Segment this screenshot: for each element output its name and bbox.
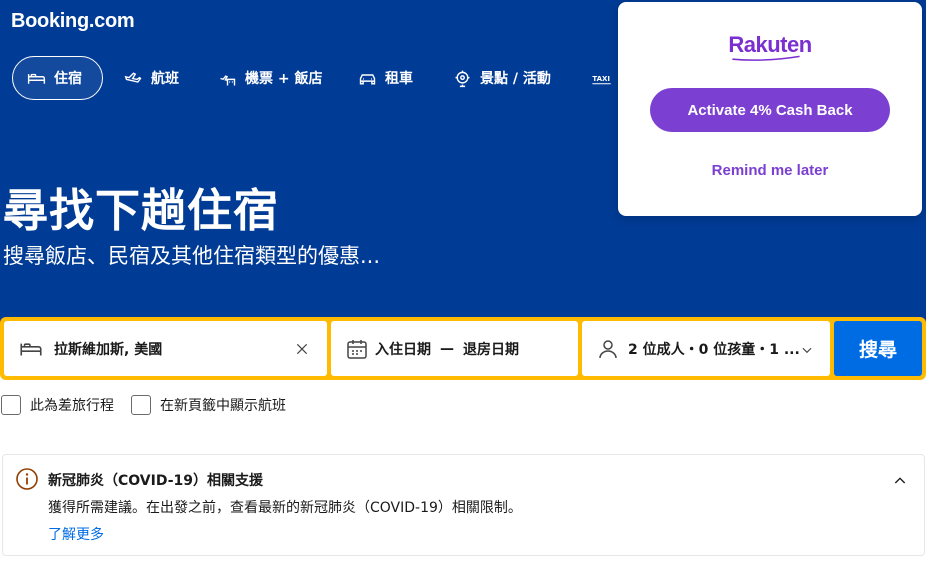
tab-label: 租車 <box>385 71 413 87</box>
business-trip-label: 此為差旅行程 <box>30 398 114 414</box>
notice-text: 獲得所需建議。在出發之前，查看最新的新冠肺炎（COVID-19）相關限制。 <box>48 500 522 516</box>
person-icon <box>599 339 617 358</box>
dates-separator: — <box>440 340 454 357</box>
plane-icon <box>124 71 142 83</box>
tab-car-rental[interactable]: 租車 <box>344 56 426 100</box>
destination-value: 拉斯維加斯, 美國 <box>54 341 163 358</box>
flight-hotel-icon <box>220 74 236 85</box>
search-button[interactable]: 搜尋 <box>834 321 922 376</box>
tab-label: 景點 / 活動 <box>480 71 551 87</box>
booking-logo[interactable]: Booking.com <box>11 10 135 33</box>
calendar-icon <box>347 339 367 359</box>
tab-label: 機票 + 飯店 <box>245 71 323 87</box>
notice-title: 新冠肺炎（COVID-19）相關支援 <box>48 473 264 489</box>
activate-cashback-button[interactable]: Activate 4% Cash Back <box>650 88 890 132</box>
car-icon <box>359 73 376 84</box>
rakuten-popup: Rakuten Activate 4% Cash Back Remind me … <box>618 2 922 216</box>
learn-more-link[interactable]: 了解更多 <box>48 524 104 544</box>
tab-attractions[interactable]: 景點 / 活動 <box>439 56 564 100</box>
hero-subtitle: 搜尋飯店、民宿及其他住宿類型的優惠... <box>3 244 381 268</box>
guests-value: 2 位成人・0 位孩童・1 ... <box>628 341 800 358</box>
guests-field[interactable]: 2 位成人・0 位孩童・1 ... <box>582 321 830 376</box>
checkout-label: 退房日期 <box>463 341 519 358</box>
attractions-icon <box>455 70 470 87</box>
bed-icon <box>20 342 42 355</box>
checkbox-box[interactable] <box>1 395 21 415</box>
date-field[interactable]: 入住日期 — 退房日期 <box>331 321 578 376</box>
clear-icon[interactable] <box>294 341 310 357</box>
destination-field[interactable]: 拉斯維加斯, 美國 <box>4 321 327 376</box>
covid-notice: 新冠肺炎（COVID-19）相關支援 獲得所需建議。在出發之前，查看最新的新冠肺… <box>2 454 925 556</box>
tab-flights[interactable]: 航班 <box>110 56 192 100</box>
hero-title: 尋找下趟住宿 <box>3 184 280 237</box>
rakuten-swoosh-icon <box>732 55 800 61</box>
bed-icon <box>27 73 46 84</box>
flights-new-tab-checkbox[interactable]: 在新頁籤中顯示航班 <box>131 395 286 415</box>
tab-stays[interactable]: 住宿 <box>12 56 103 100</box>
taxi-icon: TAXI <box>592 75 611 84</box>
checkbox-box[interactable] <box>131 395 151 415</box>
svg-text:TAXI: TAXI <box>592 75 610 83</box>
business-trip-checkbox[interactable]: 此為差旅行程 <box>1 395 114 415</box>
chevron-up-icon[interactable] <box>892 473 908 489</box>
info-icon <box>16 468 38 490</box>
flights-new-tab-label: 在新頁籤中顯示航班 <box>160 398 286 414</box>
tab-label: 住宿 <box>54 71 82 87</box>
chevron-down-icon <box>802 347 812 354</box>
tab-taxi[interactable]: TAXI <box>576 56 622 100</box>
remind-later-link[interactable]: Remind me later <box>618 162 922 179</box>
checkin-label: 入住日期 <box>375 341 431 358</box>
tab-label: 航班 <box>151 71 179 87</box>
search-bar: 拉斯維加斯, 美國 入住日期 — 退房日期 2 位成人・0 位孩童・1 ... … <box>0 317 926 380</box>
tab-flight-hotel[interactable]: 機票 + 飯店 <box>204 56 335 100</box>
